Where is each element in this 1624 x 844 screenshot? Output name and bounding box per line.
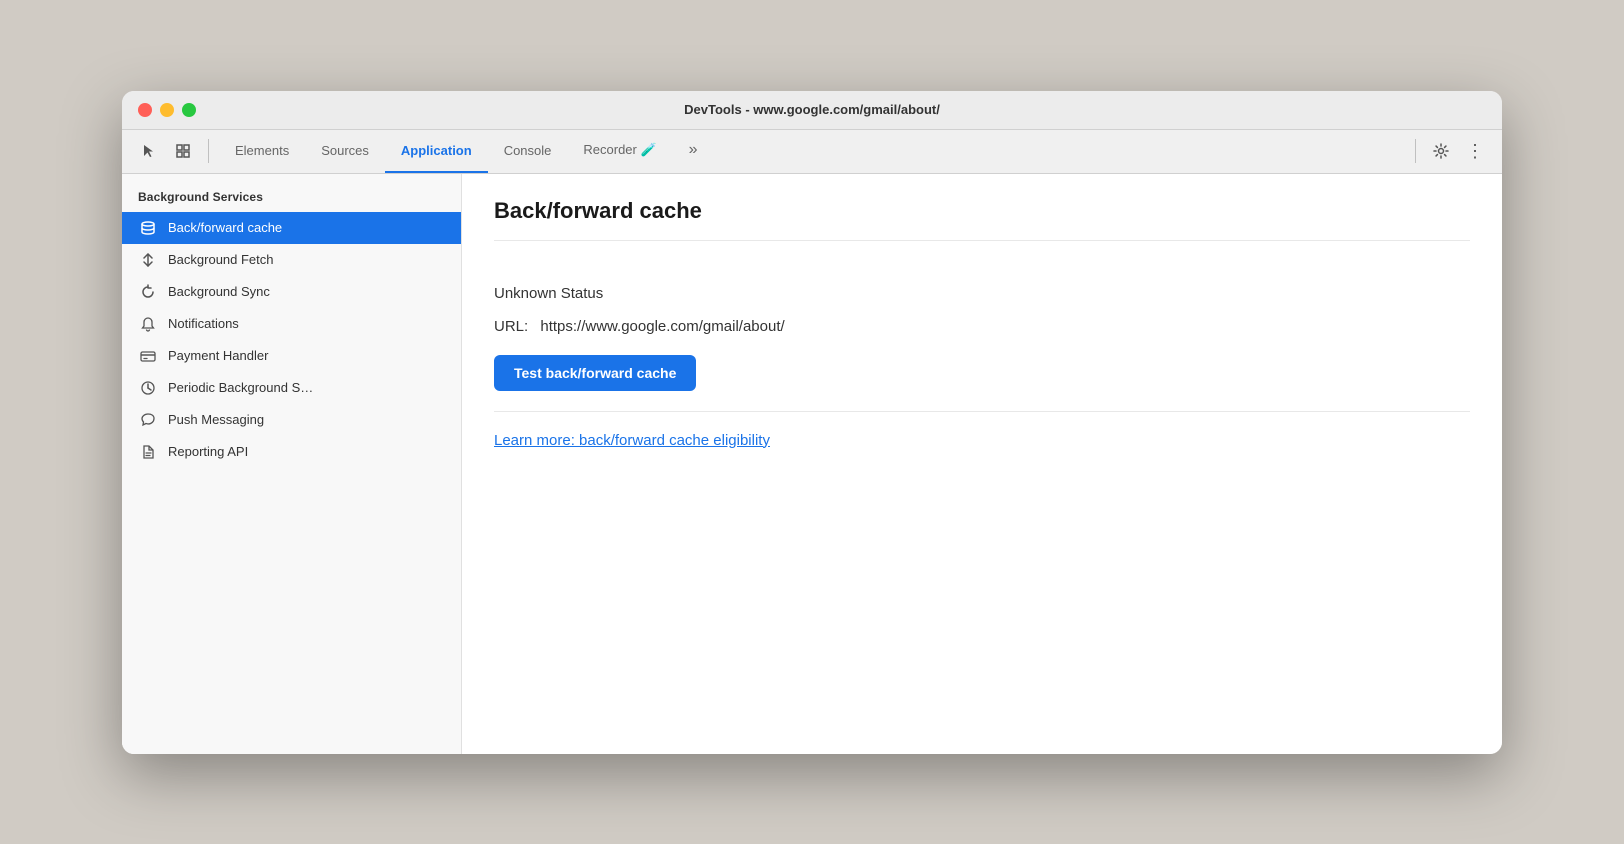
sidebar-item-push-messaging[interactable]: Push Messaging (122, 404, 461, 436)
sidebar-label-payment-handler: Payment Handler (168, 348, 268, 363)
sidebar-label-background-fetch: Background Fetch (168, 252, 274, 267)
sidebar: Background Services Back/forward cache (122, 174, 462, 754)
learn-more-link[interactable]: Learn more: back/forward cache eligibili… (494, 432, 770, 449)
tab-elements[interactable]: Elements (219, 130, 305, 173)
background-fetch-icon (138, 252, 158, 268)
sidebar-item-back-forward-cache[interactable]: Back/forward cache (122, 212, 461, 244)
payment-handler-icon (138, 348, 158, 364)
sidebar-item-notifications[interactable]: Notifications (122, 308, 461, 340)
sidebar-item-background-sync[interactable]: Background Sync (122, 276, 461, 308)
tab-sources[interactable]: Sources (305, 130, 385, 173)
sidebar-label-reporting-api: Reporting API (168, 444, 248, 459)
url-line: URL: https://www.google.com/gmail/about/ (494, 318, 1470, 335)
url-label: URL: (494, 318, 528, 335)
sidebar-label-push-messaging: Push Messaging (168, 412, 264, 427)
tab-recorder[interactable]: Recorder 🧪 (567, 130, 672, 173)
tabs-container: Elements Sources Application Console Rec… (219, 130, 1405, 173)
cursor-icon[interactable] (134, 136, 164, 166)
status-section: Unknown Status URL: https://www.google.c… (494, 265, 1470, 412)
sidebar-item-background-fetch[interactable]: Background Fetch (122, 244, 461, 276)
periodic-background-icon (138, 380, 158, 396)
window-title: DevTools - www.google.com/gmail/about/ (684, 102, 940, 117)
learn-more-section: Learn more: back/forward cache eligibili… (494, 412, 1470, 470)
toolbar-divider-2 (1415, 139, 1416, 163)
tab-more[interactable]: » (673, 130, 714, 173)
settings-icon[interactable] (1426, 136, 1456, 166)
sidebar-label-periodic-background: Periodic Background S… (168, 380, 313, 395)
notifications-icon (138, 316, 158, 332)
sidebar-item-payment-handler[interactable]: Payment Handler (122, 340, 461, 372)
title-bar: DevTools - www.google.com/gmail/about/ (122, 91, 1502, 130)
sidebar-label-back-forward-cache: Back/forward cache (168, 220, 282, 235)
sidebar-label-background-sync: Background Sync (168, 284, 270, 299)
push-messaging-icon (138, 412, 158, 428)
maximize-button[interactable] (182, 103, 196, 117)
test-back-forward-cache-button[interactable]: Test back/forward cache (494, 355, 696, 391)
url-value: https://www.google.com/gmail/about/ (540, 318, 784, 335)
sidebar-item-reporting-api[interactable]: Reporting API (122, 436, 461, 468)
tab-application[interactable]: Application (385, 130, 488, 173)
more-options-icon[interactable]: ⋮ (1460, 136, 1490, 166)
reporting-api-icon (138, 444, 158, 460)
back-forward-cache-icon (138, 220, 158, 236)
toolbar-right: ⋮ (1409, 136, 1490, 166)
status-text: Unknown Status (494, 285, 1470, 302)
page-title: Back/forward cache (494, 198, 1470, 241)
devtools-window: DevTools - www.google.com/gmail/about/ E… (122, 91, 1502, 754)
close-button[interactable] (138, 103, 152, 117)
traffic-lights (138, 103, 196, 117)
main-content: Background Services Back/forward cache (122, 174, 1502, 754)
content-area: Back/forward cache Unknown Status URL: h… (462, 174, 1502, 754)
minimize-button[interactable] (160, 103, 174, 117)
inspect-icon[interactable] (168, 136, 198, 166)
sidebar-section-background-services: Background Services (122, 174, 461, 212)
sidebar-label-notifications: Notifications (168, 316, 239, 331)
tab-console[interactable]: Console (488, 130, 568, 173)
sidebar-item-periodic-background[interactable]: Periodic Background S… (122, 372, 461, 404)
toolbar-divider (208, 139, 209, 163)
background-sync-icon (138, 284, 158, 300)
toolbar: Elements Sources Application Console Rec… (122, 130, 1502, 174)
